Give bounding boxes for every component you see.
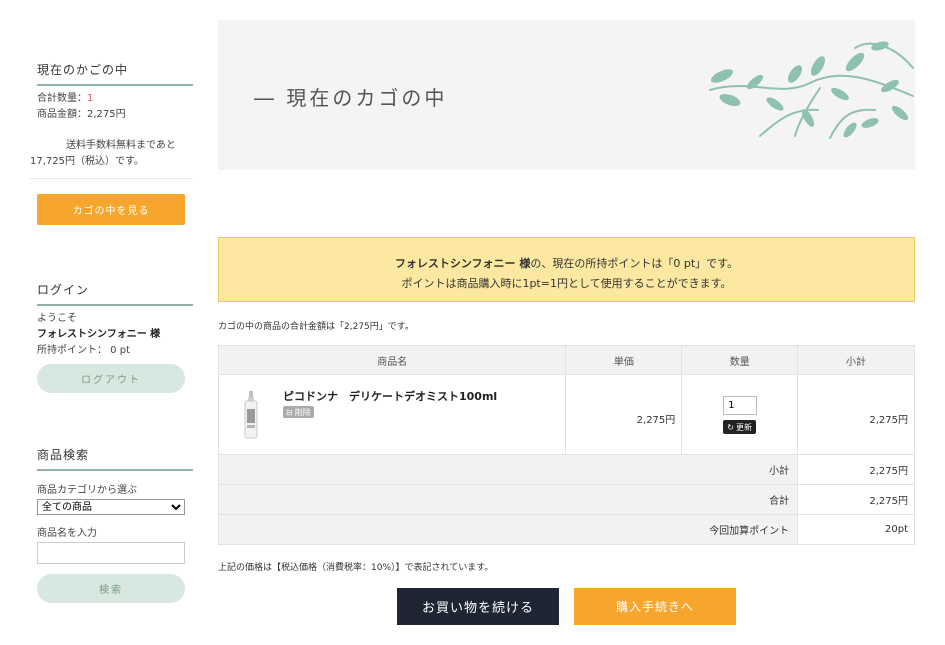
cart-amount: 商品金額：2,275円	[37, 109, 126, 120]
product-cell: ピコドンナ デリケートデオミスト100ml ⊟ 削除	[217, 374, 567, 455]
tax-note: 上記の価格は【税込価格（消費税率：10%）】で表記されています。	[218, 563, 494, 573]
item-subtotal-cell: 2,275円	[797, 374, 915, 455]
view-cart-button[interactable]: カゴの中を見る	[37, 194, 185, 225]
product-bottle-icon	[244, 391, 258, 439]
points-notice-line1: フォレストシンフォニー 様の、現在の所持ポイントは「0 pt」です。	[219, 255, 914, 271]
cart-total-note: カゴの中の商品の合計金額は「2,275円」です。	[218, 322, 414, 332]
header-quantity: 数量	[681, 345, 799, 375]
refresh-icon: ↻	[727, 422, 734, 432]
minus-icon: ⊟	[286, 407, 293, 417]
unit-price-cell: 2,275円	[565, 374, 683, 455]
points-label: 今回加算ポイント	[217, 514, 799, 545]
delete-item-button[interactable]: ⊟ 削除	[283, 406, 314, 418]
points-row: 今回加算ポイント 20pt	[217, 514, 915, 545]
search-button[interactable]: 検索	[37, 574, 185, 603]
checkout-button[interactable]: 購入手続きへ	[574, 588, 736, 625]
header-unit-price: 単価	[565, 345, 683, 375]
points-notice-user: フォレストシンフォニー 様	[394, 257, 531, 270]
update-quantity-button[interactable]: ↻ 更新	[723, 420, 756, 434]
cart-summary-heading: 現在のかごの中	[37, 61, 193, 86]
cart-table: 商品名 単価 数量 小計 ピコドンナ デリケートデオミスト100ml ⊟ 削除	[217, 345, 915, 545]
logout-button[interactable]: ログアウト	[37, 364, 185, 393]
table-row: ピコドンナ デリケートデオミスト100ml ⊟ 削除 2,275円 ↻ 更新 2…	[217, 374, 915, 455]
points-notice: フォレストシンフォニー 様の、現在の所持ポイントは「0 pt」です。 ポイントは…	[218, 237, 915, 302]
product-name-label: 商品名を入力	[37, 528, 97, 539]
login-info: ようこそ フォレストシンフォニー 様 所持ポイント： 0 pt	[37, 311, 193, 359]
cart-quantity-label: 合計数量：	[37, 93, 87, 104]
cart-quantity-value: 1	[87, 93, 94, 104]
product-name-input[interactable]	[37, 542, 185, 564]
search-heading: 商品検索	[37, 446, 193, 471]
cart-summary-lines: 合計数量：1 商品金額：2,275円	[37, 91, 193, 123]
login-heading: ログイン	[37, 281, 193, 306]
total-value: 2,275円	[797, 484, 915, 515]
subtotal-row: 小計 2,275円	[217, 454, 915, 485]
total-row: 合計 2,275円	[217, 484, 915, 515]
product-name: ピコドンナ デリケートデオミスト100ml	[283, 390, 498, 403]
total-label: 合計	[217, 484, 799, 515]
quantity-input[interactable]	[723, 396, 758, 415]
header-product: 商品名	[217, 345, 567, 375]
subtotal-value: 2,275円	[797, 454, 915, 485]
quantity-cell: ↻ 更新	[681, 374, 799, 455]
category-select[interactable]: 全ての商品	[37, 499, 185, 515]
points-notice-line2: ポイントは商品購入時に1pt=1円として使用することができます。	[401, 277, 732, 290]
cart-quantity: 合計数量：1	[37, 91, 193, 107]
shipping-note: 送料手数料無料まであと 17,725円（税込）です。	[30, 138, 193, 179]
leaf-vine-decoration-icon	[709, 41, 914, 139]
points-value: 20pt	[797, 514, 915, 545]
page-title: ― 現在のカゴの中	[254, 86, 448, 110]
header-subtotal: 小計	[797, 345, 915, 375]
shipping-note-line1: 送料手数料無料まであと	[66, 140, 176, 151]
subtotal-label: 小計	[217, 454, 799, 485]
cart-table-header: 商品名 単価 数量 小計	[217, 345, 915, 375]
login-user-name: フォレストシンフォニー 様	[37, 329, 161, 340]
update-quantity-label: 更新	[736, 422, 752, 432]
shipping-note-line2: 17,725円（税込）です。	[30, 156, 144, 167]
continue-shopping-button[interactable]: お買い物を続ける	[397, 588, 559, 625]
delete-item-label: 削除	[294, 407, 311, 417]
category-label: 商品カテゴリから選ぶ	[37, 485, 137, 496]
page-hero: ― 現在のカゴの中	[218, 20, 915, 170]
login-welcome: ようこそ	[37, 313, 77, 324]
login-points: 所持ポイント： 0 pt	[37, 345, 130, 356]
points-notice-line1-rest: の、現在の所持ポイントは「0 pt」です。	[530, 257, 739, 270]
